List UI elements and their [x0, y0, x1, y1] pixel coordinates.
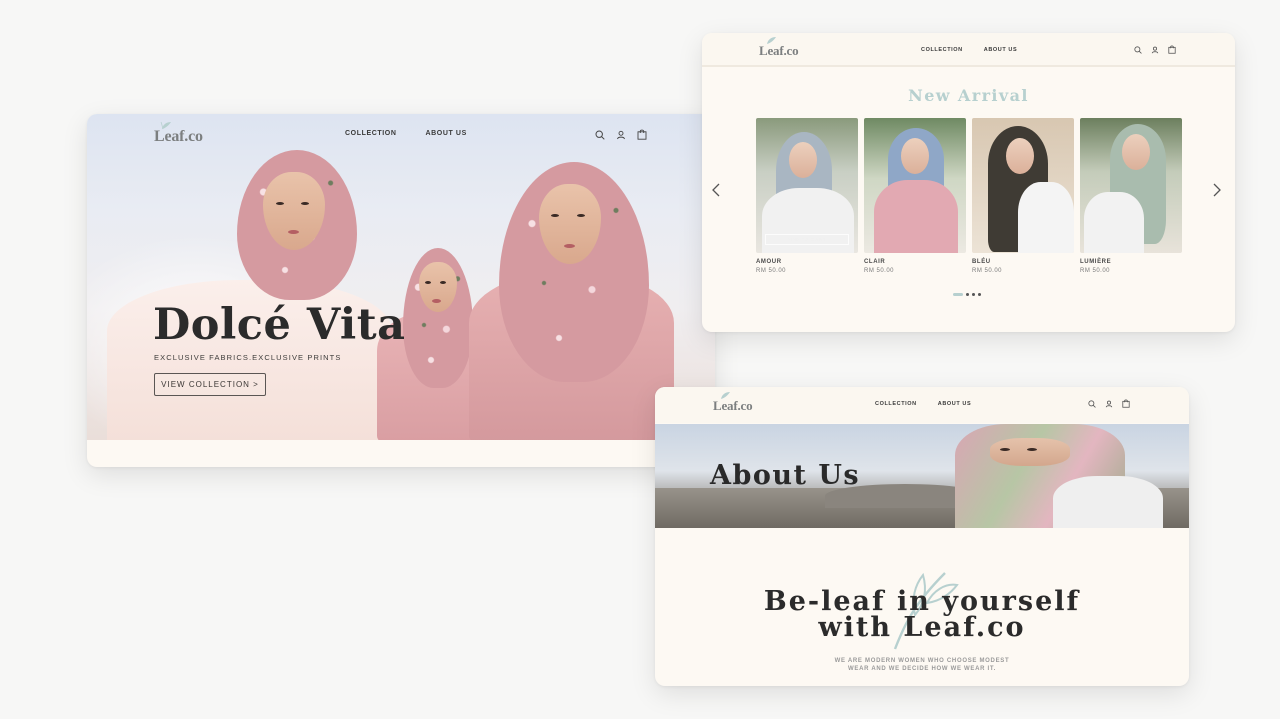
- logo-text: Leaf.co: [759, 43, 799, 58]
- product-image[interactable]: ADD TO CART: [756, 118, 858, 253]
- product-card[interactable]: ADD TO CART AMOUR RM 50.00: [756, 118, 858, 274]
- product-name: LUMIÈRE: [1080, 259, 1112, 265]
- nav-collection-link[interactable]: COLLECTION: [345, 130, 397, 137]
- carousel-pagination: [953, 293, 981, 296]
- carousel-prev-icon[interactable]: [712, 183, 720, 197]
- carousel-dot[interactable]: [966, 293, 969, 296]
- product-card[interactable]: BLÉU RM 50.00: [972, 118, 1074, 274]
- logo-text: Leaf.co: [154, 128, 203, 145]
- bag-icon[interactable]: [637, 129, 647, 140]
- hero-screen: Leaf.co COLLECTION ABOUT US Dolcé Vita E…: [87, 114, 715, 467]
- product-card[interactable]: LUMIÈRE RM 50.00: [1080, 118, 1182, 274]
- product-price: RM 50.00: [864, 268, 895, 274]
- model-right: [469, 162, 679, 440]
- hero-navbar: Leaf.co COLLECTION ABOUT US: [87, 114, 715, 154]
- nav-about-link[interactable]: ABOUT US: [938, 401, 972, 407]
- product-price: RM 50.00: [972, 268, 1003, 274]
- product-name: BLÉU: [972, 259, 991, 265]
- nav-collection-link[interactable]: COLLECTION: [921, 47, 963, 53]
- mission-line-1: WE ARE MODERN WOMEN WHO CHOOSE MODEST: [834, 658, 1010, 664]
- product-name: CLAIR: [864, 259, 886, 265]
- user-icon[interactable]: [616, 130, 626, 140]
- product-name: AMOUR: [756, 259, 782, 265]
- mission-line-2: WEAR AND WE DECIDE HOW WE WEAR IT.: [848, 666, 996, 672]
- user-icon[interactable]: [1105, 400, 1113, 408]
- add-to-cart-button[interactable]: ADD TO CART: [765, 234, 849, 245]
- leaf-icon: [721, 392, 730, 399]
- search-icon[interactable]: [1088, 399, 1096, 408]
- nav-about-link[interactable]: ABOUT US: [984, 47, 1018, 53]
- carousel-dot[interactable]: [978, 293, 981, 296]
- product-card[interactable]: CLAIR RM 50.00: [864, 118, 966, 274]
- logo-text: Leaf.co: [713, 398, 753, 413]
- carousel-dot-active[interactable]: [953, 293, 963, 296]
- leaf-icon: [767, 37, 776, 44]
- product-price: RM 50.00: [1080, 268, 1111, 274]
- brand-logo[interactable]: Leaf.co: [713, 392, 753, 414]
- search-icon[interactable]: [595, 129, 605, 140]
- hero-tagline: EXCLUSIVE FABRICS.EXCLUSIVE PRINTS: [154, 353, 342, 362]
- leaf-icon: [160, 121, 171, 130]
- new-arrival-screen: Leaf.co COLLECTION ABOUT US New Arrival …: [702, 33, 1235, 332]
- user-icon[interactable]: [1151, 46, 1159, 54]
- nav-about-link[interactable]: ABOUT US: [426, 130, 467, 137]
- carousel-next-icon[interactable]: [1213, 183, 1221, 197]
- nav-collection-link[interactable]: COLLECTION: [875, 401, 917, 407]
- model-left: [107, 150, 397, 440]
- carousel-dot[interactable]: [972, 293, 975, 296]
- brand-logo[interactable]: Leaf.co: [759, 37, 799, 59]
- view-collection-button[interactable]: VIEW COLLECTION >: [154, 373, 266, 396]
- about-navbar: Leaf.co COLLECTION ABOUT US: [655, 387, 1189, 423]
- product-image[interactable]: [1080, 118, 1182, 253]
- search-icon[interactable]: [1134, 45, 1142, 54]
- tagline-line-2: with Leaf.co: [818, 612, 1026, 643]
- about-title: About Us: [710, 460, 861, 491]
- new-arrival-title: New Arrival: [908, 86, 1029, 105]
- hero-headline: Dolcé Vita: [153, 300, 406, 350]
- about-screen: Leaf.co COLLECTION ABOUT US About Us Be-…: [655, 387, 1189, 686]
- bag-icon[interactable]: [1122, 399, 1130, 408]
- arrival-navbar: Leaf.co COLLECTION ABOUT US: [702, 33, 1235, 67]
- product-image[interactable]: [972, 118, 1074, 253]
- product-price: RM 50.00: [756, 268, 787, 274]
- bag-icon[interactable]: [1168, 45, 1176, 54]
- brand-logo[interactable]: Leaf.co: [154, 121, 203, 146]
- product-image[interactable]: [864, 118, 966, 253]
